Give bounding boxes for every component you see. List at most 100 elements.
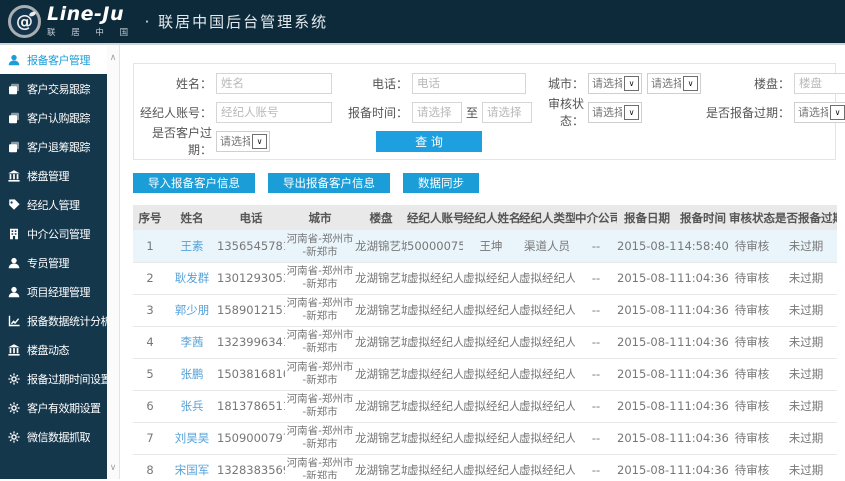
customer-name-link[interactable]: 耿发群 (175, 271, 210, 285)
table-cell: 虚拟经纪人 (463, 390, 519, 423)
sidebar-item[interactable]: 楼盘动态 (0, 335, 107, 364)
chevron-down-icon: ∨ (624, 104, 639, 120)
table-cell: 3 (133, 294, 167, 327)
scroll-down-icon[interactable]: ∨ (107, 463, 119, 473)
column-header: 是否报备过期 (775, 205, 837, 230)
filter-query-cell: 查 询 (336, 130, 528, 152)
table-cell: 未过期 (775, 262, 837, 295)
brand-subtitle: 联 居 中 国 (47, 28, 135, 38)
table-cell: 未过期 (775, 230, 837, 263)
customer-name-link[interactable]: 王素 (181, 239, 204, 253)
name-input[interactable] (216, 72, 332, 94)
table-cell: 11:04:36 (677, 358, 729, 391)
papers-icon (8, 140, 21, 153)
building-input[interactable] (794, 72, 845, 94)
table-cell: 1 (133, 230, 167, 263)
table-cell: 11:04:36 (677, 262, 729, 295)
phone-input[interactable] (412, 72, 526, 94)
report-expired-select[interactable]: 请选择 ∨ (794, 101, 845, 123)
import-customers-button[interactable]: 导入报备客户信息 (133, 173, 255, 193)
city-city-value: 请选择 (651, 77, 681, 90)
table-row: 2耿发群13012930531河南省-郑州市 -新郑市龙湖锦艺城虚拟经纪人虚拟经… (133, 262, 837, 295)
customer-name-link[interactable]: 郭少朋 (175, 303, 210, 317)
user-icon (8, 53, 21, 66)
table-cell: 13283835691 (217, 454, 285, 479)
table-cell: 2015-08-14 (617, 358, 677, 391)
city-city-select[interactable]: 请选择 ∨ (647, 72, 701, 94)
sidebar-item[interactable]: 客户退筹跟踪 (0, 132, 107, 161)
user-icon (8, 285, 21, 298)
audit-status-select[interactable]: 请选择 ∨ (588, 101, 642, 123)
table-cell: 龙湖锦艺城 (355, 294, 407, 327)
brand-name: Line-Ju (47, 3, 125, 25)
sidebar-item[interactable]: 报备数据统计分析 (0, 306, 107, 335)
filter-phone: 电话： (336, 72, 528, 94)
export-customers-button[interactable]: 导出报备客户信息 (268, 173, 390, 193)
filter-city: 城市： 请选择 ∨ 请选择 ∨ (528, 72, 704, 94)
customer-name-link[interactable]: 李茜 (181, 335, 204, 349)
table-cell: 2015-08-14 (617, 262, 677, 295)
sidebar-item[interactable]: 报备过期时间设置 (0, 364, 107, 393)
column-header: 经纪人类型 (519, 205, 575, 230)
table-row: 6张兵18137865115河南省-郑州市 -新郑市龙湖锦艺城虚拟经纪人虚拟经纪… (133, 390, 837, 423)
table-cell: 虚拟经纪人 (463, 262, 519, 295)
report-time-from-input[interactable] (412, 101, 462, 123)
building-icon (8, 227, 21, 240)
query-button[interactable]: 查 询 (376, 130, 482, 152)
table-cell: 虚拟经纪人 (519, 422, 575, 455)
gear-icon (8, 372, 21, 385)
data-sync-button[interactable]: 数据同步 (403, 173, 479, 193)
table-cell: 18137865115 (217, 390, 285, 423)
table-cell: 虚拟经纪人 (463, 422, 519, 455)
filter-name: 姓名： (136, 72, 336, 94)
customer-name-cell: 李茜 (167, 326, 217, 359)
table-cell: 河南省-郑州市 -新郑市 (285, 230, 355, 263)
app-header: @ Line-Ju 联 居 中 国 · 联居中国后台管理系统 (0, 0, 845, 45)
table-cell: 13239963414 (217, 326, 285, 359)
table-cell: 虚拟经纪人 (463, 358, 519, 391)
report-time-to-input[interactable] (482, 101, 533, 123)
table-cell: 龙湖锦艺城 (355, 390, 407, 423)
chevron-down-icon: ∨ (252, 133, 267, 149)
table-cell: 待审核 (729, 294, 775, 327)
sidebar-item[interactable]: 客户认购跟踪 (0, 103, 107, 132)
agent-account-input[interactable] (216, 101, 332, 123)
table-row: 7刘昊昊15090007970河南省-郑州市 -新郑市龙湖锦艺城虚拟经纪人虚拟经… (133, 422, 837, 455)
sidebar-item[interactable]: 楼盘管理 (0, 161, 107, 190)
scroll-up-icon[interactable]: ∧ (107, 53, 119, 63)
sidebar-item[interactable]: 客户有效期设置 (0, 393, 107, 422)
app-logo[interactable]: @ Line-Ju 联 居 中 国 (8, 5, 135, 38)
sidebar-item[interactable]: 经纪人管理 (0, 190, 107, 219)
city-province-select[interactable]: 请选择 ∨ (588, 72, 642, 94)
sidebar-item-label: 专员管理 (27, 256, 69, 270)
user-icon (8, 256, 21, 269)
customer-name-link[interactable]: 宋国军 (175, 463, 210, 477)
sidebar-item[interactable]: 报备客户管理 (0, 45, 107, 74)
report-expired-value: 请选择 (798, 106, 828, 119)
table-cell: 6 (133, 390, 167, 423)
sidebar-item-label: 楼盘管理 (27, 169, 69, 183)
table-cell: 7 (133, 422, 167, 455)
table-cell: -- (575, 326, 617, 359)
sidebar-item[interactable]: 客户交易跟踪 (0, 74, 107, 103)
table-cell: 龙湖锦艺城 (355, 454, 407, 479)
sidebar-item[interactable]: 中介公司管理 (0, 219, 107, 248)
sidebar-item[interactable]: 项目经理管理 (0, 277, 107, 306)
filter-agent-account: 经纪人账号： (136, 101, 336, 123)
customer-name-link[interactable]: 张兵 (181, 399, 204, 413)
papers-icon (8, 111, 21, 124)
tag-icon (8, 198, 21, 211)
customer-name-link[interactable]: 刘昊昊 (175, 431, 210, 445)
customer-name-link[interactable]: 张鹏 (181, 367, 204, 381)
table-cell: 待审核 (729, 358, 775, 391)
customer-expired-value: 请选择 (220, 135, 250, 148)
sidebar-item[interactable]: 微信数据抓取 (0, 422, 107, 451)
table-cell: 虚拟经纪人 (519, 294, 575, 327)
phone-label: 电话： (371, 76, 408, 91)
column-header: 报备时间 (677, 205, 729, 230)
customer-expired-select[interactable]: 请选择 ∨ (216, 130, 270, 152)
table-cell: 2015-08-14 (617, 326, 677, 359)
column-header: 电话 (217, 205, 285, 230)
table-row: 4李茜13239963414河南省-郑州市 -新郑市龙湖锦艺城虚拟经纪人虚拟经纪… (133, 326, 837, 359)
sidebar-item[interactable]: 专员管理 (0, 248, 107, 277)
